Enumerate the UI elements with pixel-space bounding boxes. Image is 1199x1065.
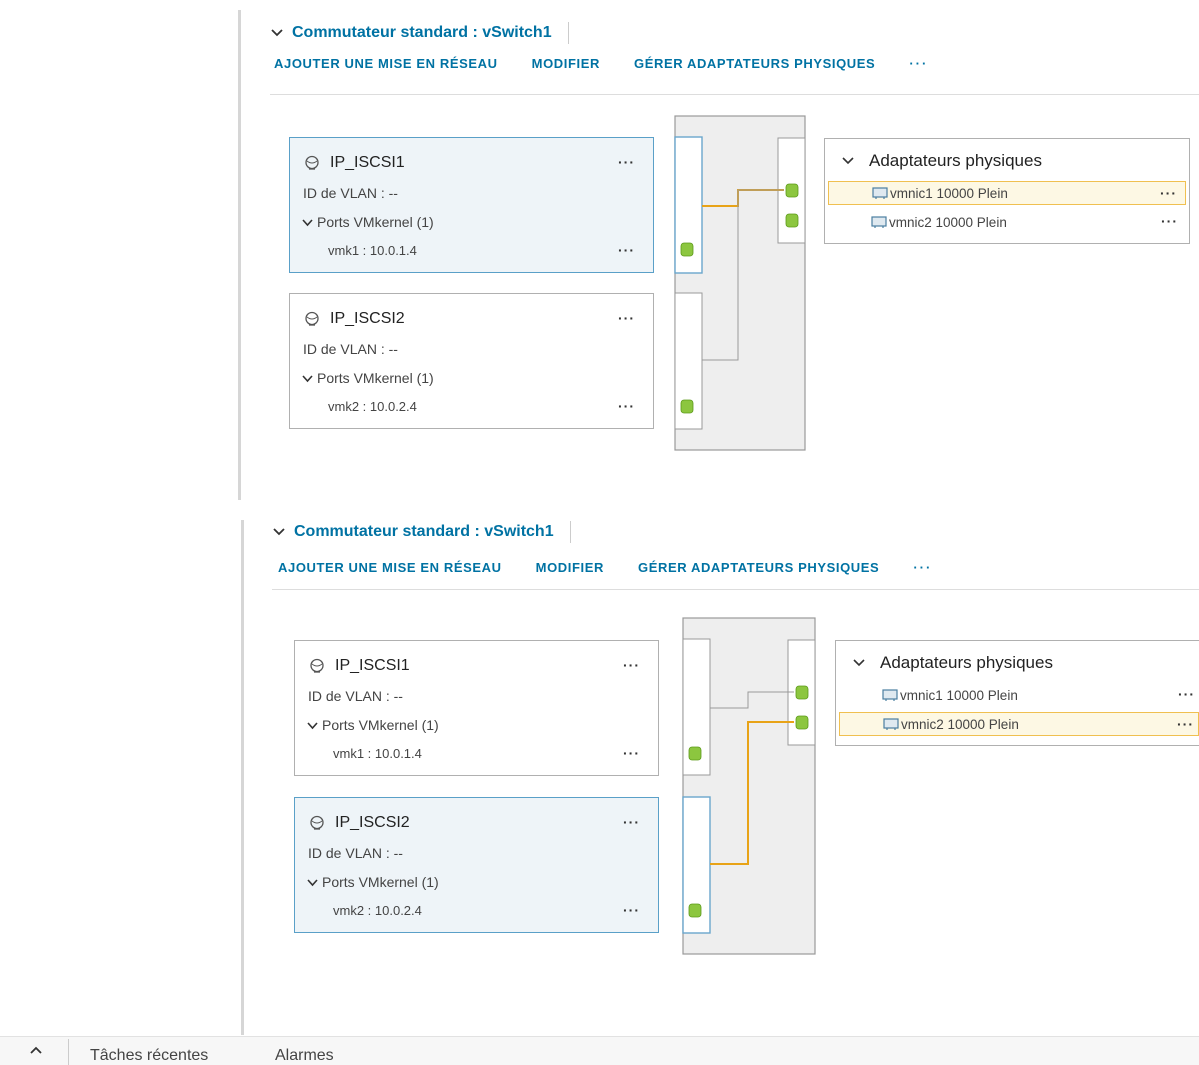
network-adapter-icon [871, 215, 887, 228]
port-group-card-iscsi2[interactable]: IP_ISCSI2 ··· ID de VLAN : -- Ports VMke… [289, 293, 654, 429]
vlan-id: ID de VLAN : -- [303, 341, 398, 357]
port-group-card-iscsi1[interactable]: IP_ISCSI1 ··· ID de VLAN : -- Ports VMke… [294, 640, 659, 776]
edit-button[interactable]: MODIFIER [532, 56, 600, 71]
uplink-port-icon [785, 213, 799, 228]
vmkernel-ports-label: Ports VMkernel (1) [322, 874, 439, 890]
chevron-down-icon [307, 878, 318, 886]
edit-button[interactable]: MODIFIER [536, 560, 604, 575]
port-group-card-iscsi1[interactable]: IP_ISCSI1 ··· ID de VLAN : -- Ports VMke… [289, 137, 654, 273]
switch-topology-diagram [674, 115, 806, 451]
port-icon [680, 399, 694, 414]
adapter-row-vmnic1[interactable]: vmnic1 10000 Plein ··· [839, 683, 1199, 707]
physical-adapters-toggle[interactable]: Adaptateurs physiques [841, 151, 1042, 171]
adapter-menu-button[interactable]: ··· [1161, 213, 1178, 229]
uplink-port-icon [795, 685, 809, 700]
port-group-name: IP_ISCSI1 [330, 154, 405, 171]
chevron-up-icon[interactable] [30, 1045, 42, 1057]
physical-adapters-box: Adaptateurs physiques vmnic1 10000 Plein… [824, 138, 1190, 244]
vswitch-title-row[interactable]: Commutateur standard : vSwitch1 [272, 517, 571, 547]
manage-physical-adapters-button[interactable]: GÉRER ADAPTATEURS PHYSIQUES [638, 560, 879, 575]
vmkernel-ports-label: Ports VMkernel (1) [317, 370, 434, 386]
vmkernel-adapter[interactable]: vmk1 : 10.0.1.4 [333, 746, 422, 761]
vmkernel-menu-button[interactable]: ··· [623, 745, 640, 761]
adapter-label: vmnic1 10000 Plein [890, 185, 1008, 201]
adapter-menu-button[interactable]: ··· [1178, 686, 1195, 702]
vmkernel-ports-label: Ports VMkernel (1) [322, 717, 439, 733]
adapter-row-vmnic2[interactable]: vmnic2 10000 Plein ··· [828, 210, 1186, 234]
port-group-card-iscsi2[interactable]: IP_ISCSI2 ··· ID de VLAN : -- Ports VMke… [294, 797, 659, 933]
adapter-label: vmnic2 10000 Plein [889, 214, 1007, 230]
network-adapter-icon [882, 688, 898, 701]
chevron-down-icon [302, 374, 313, 382]
vswitch-title: Commutateur standard : vSwitch1 [292, 24, 552, 41]
adapter-label: vmnic2 10000 Plein [901, 716, 1019, 732]
chevron-down-icon [853, 659, 865, 667]
action-bar: AJOUTER UNE MISE EN RÉSEAU MODIFIER GÉRE… [278, 560, 966, 575]
port-group-menu-button[interactable]: ··· [618, 310, 635, 326]
vmkernel-ports-label: Ports VMkernel (1) [317, 214, 434, 230]
vmkernel-adapter[interactable]: vmk2 : 10.0.2.4 [333, 903, 422, 918]
network-globe-icon [305, 311, 319, 326]
chevron-down-icon [273, 528, 285, 536]
physical-adapters-toggle[interactable]: Adaptateurs physiques [852, 653, 1053, 673]
network-adapter-icon [883, 717, 899, 730]
tab-alarms[interactable]: Alarmes [275, 1047, 334, 1065]
vmkernel-adapter[interactable]: vmk1 : 10.0.1.4 [328, 243, 417, 258]
network-globe-icon [305, 155, 319, 170]
vlan-id: ID de VLAN : -- [308, 688, 403, 704]
vmkernel-menu-button[interactable]: ··· [618, 242, 635, 258]
port-group-name: IP_ISCSI1 [335, 657, 410, 674]
port-group-name: IP_ISCSI2 [330, 310, 405, 327]
vmkernel-ports-toggle[interactable]: Ports VMkernel (1) [307, 874, 439, 890]
chevron-down-icon [302, 218, 313, 226]
chevron-down-icon [307, 721, 318, 729]
port-icon [688, 746, 702, 761]
physical-adapters-title: Adaptateurs physiques [869, 151, 1042, 170]
manage-physical-adapters-button[interactable]: GÉRER ADAPTATEURS PHYSIQUES [634, 56, 875, 71]
left-divider-top [238, 10, 241, 500]
vmkernel-adapter[interactable]: vmk2 : 10.0.2.4 [328, 399, 417, 414]
uplink-port-icon [785, 183, 799, 198]
action-bar: AJOUTER UNE MISE EN RÉSEAU MODIFIER GÉRE… [274, 56, 962, 71]
more-actions-button[interactable]: ··· [909, 56, 928, 71]
port-group-menu-button[interactable]: ··· [618, 154, 635, 170]
physical-adapters-box: Adaptateurs physiques vmnic1 10000 Plein… [835, 640, 1199, 746]
network-adapter-icon [872, 186, 888, 199]
vlan-id: ID de VLAN : -- [308, 845, 403, 861]
vswitch-title-row[interactable]: Commutateur standard : vSwitch1 [270, 18, 569, 48]
vmkernel-menu-button[interactable]: ··· [618, 398, 635, 414]
add-networking-button[interactable]: AJOUTER UNE MISE EN RÉSEAU [274, 56, 498, 71]
vmkernel-ports-toggle[interactable]: Ports VMkernel (1) [302, 370, 434, 386]
vswitch-title: Commutateur standard : vSwitch1 [294, 523, 554, 540]
tab-recent-tasks[interactable]: Tâches récentes [90, 1047, 208, 1065]
left-divider-bottom [241, 520, 244, 1035]
network-globe-icon [310, 815, 324, 830]
port-group-menu-button[interactable]: ··· [623, 657, 640, 673]
adapter-row-vmnic1[interactable]: vmnic1 10000 Plein ··· [828, 181, 1186, 205]
add-networking-button[interactable]: AJOUTER UNE MISE EN RÉSEAU [278, 560, 502, 575]
vmkernel-menu-button[interactable]: ··· [623, 902, 640, 918]
adapter-label: vmnic1 10000 Plein [900, 687, 1018, 703]
recent-tasks-bar: Tâches récentes Alarmes [0, 1036, 1199, 1065]
uplink-port-icon [795, 715, 809, 730]
chevron-down-icon [842, 157, 854, 165]
adapter-row-vmnic2[interactable]: vmnic2 10000 Plein ··· [839, 712, 1199, 736]
more-actions-button[interactable]: ··· [913, 560, 932, 575]
switch-topology-diagram [682, 617, 816, 955]
vlan-id: ID de VLAN : -- [303, 185, 398, 201]
port-group-name: IP_ISCSI2 [335, 814, 410, 831]
adapter-menu-button[interactable]: ··· [1177, 716, 1194, 732]
vmkernel-ports-toggle[interactable]: Ports VMkernel (1) [302, 214, 434, 230]
adapter-menu-button[interactable]: ··· [1160, 185, 1177, 201]
network-globe-icon [310, 658, 324, 673]
physical-adapters-title: Adaptateurs physiques [880, 653, 1053, 672]
port-icon [688, 903, 702, 918]
chevron-down-icon [271, 29, 283, 37]
port-group-menu-button[interactable]: ··· [623, 814, 640, 830]
port-icon [680, 242, 694, 257]
vmkernel-ports-toggle[interactable]: Ports VMkernel (1) [307, 717, 439, 733]
